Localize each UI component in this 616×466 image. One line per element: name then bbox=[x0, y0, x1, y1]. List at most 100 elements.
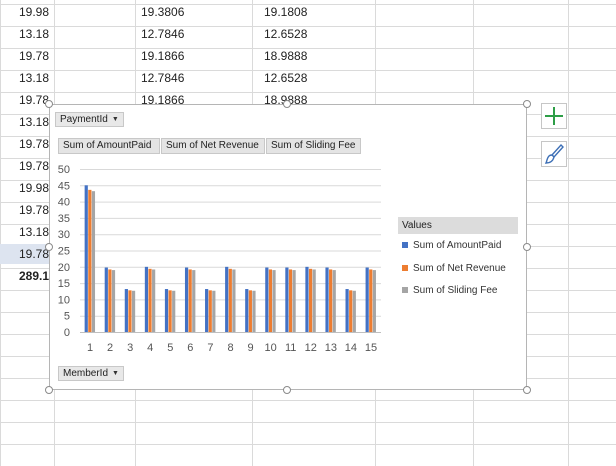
cell-value[interactable]: 12.6528 bbox=[264, 24, 307, 44]
y-tick-label: 35 bbox=[58, 213, 70, 225]
bar-series-3-cat-6 bbox=[192, 270, 196, 332]
x-tick-label: 1 bbox=[87, 342, 93, 354]
bar-series-1-cat-12 bbox=[305, 266, 309, 332]
bar-series-3-cat-8 bbox=[232, 269, 236, 332]
resize-handle-right[interactable] bbox=[523, 243, 531, 251]
resize-handle-bottom[interactable] bbox=[283, 386, 291, 394]
legend-title: Values bbox=[398, 217, 518, 234]
bar-series-1-cat-7 bbox=[205, 289, 209, 332]
resize-handle-left[interactable] bbox=[45, 243, 53, 251]
cell-value[interactable]: 13.18 bbox=[19, 68, 49, 88]
resize-handle-bottom-right[interactable] bbox=[523, 386, 531, 394]
dropdown-arrow-icon: ▼ bbox=[112, 370, 119, 377]
bar-series-1-cat-6 bbox=[184, 267, 189, 332]
chart-elements-button[interactable] bbox=[541, 103, 567, 129]
member-id-label: MemberId bbox=[63, 368, 109, 379]
bar-series-2-cat-14 bbox=[349, 290, 353, 332]
cell-value[interactable]: 19.1866 bbox=[141, 46, 184, 66]
bar-series-3-cat-9 bbox=[252, 290, 256, 332]
cell-value[interactable]: 12.7846 bbox=[141, 68, 184, 88]
legend-swatch bbox=[402, 242, 408, 248]
bar-series-2-cat-11 bbox=[288, 269, 293, 332]
bar-series-3-cat-10 bbox=[272, 270, 276, 332]
bar-series-2-cat-2 bbox=[108, 269, 112, 332]
x-tick-label: 13 bbox=[325, 342, 337, 354]
y-tick-label: 20 bbox=[58, 262, 70, 274]
bar-series-1-cat-8 bbox=[225, 266, 229, 332]
cell-value[interactable]: 13.18 bbox=[19, 112, 49, 132]
x-tick-label: 15 bbox=[365, 342, 377, 354]
y-tick-label: 10 bbox=[58, 294, 70, 306]
cell-value[interactable]: 12.6528 bbox=[264, 68, 307, 88]
x-tick-label: 9 bbox=[248, 342, 254, 354]
cell-value[interactable]: 19.78 bbox=[19, 90, 49, 110]
legend-item-sliding-fee: Sum of Sliding Fee bbox=[402, 285, 498, 296]
payment-id-filter-button[interactable]: PaymentId ▼ bbox=[55, 112, 124, 127]
x-tick-label: 6 bbox=[187, 342, 193, 354]
bar-series-2-cat-8 bbox=[228, 268, 232, 332]
bar-series-1-cat-10 bbox=[265, 267, 269, 332]
cell-value[interactable]: 12.7846 bbox=[141, 24, 184, 44]
grand-total-cell[interactable]: 289.1 bbox=[19, 266, 49, 286]
legend-label: Sum of Net Revenue bbox=[413, 263, 506, 274]
cell-value[interactable]: 19.3806 bbox=[141, 2, 184, 22]
y-tick-label: 40 bbox=[58, 197, 70, 209]
bar-series-2-cat-6 bbox=[188, 269, 192, 332]
bar-series-1-cat-3 bbox=[124, 289, 128, 332]
resize-handle-top-right[interactable] bbox=[523, 100, 531, 108]
cell-value[interactable]: 18.9888 bbox=[264, 46, 307, 66]
pivot-chart[interactable]: PaymentId ▼ Sum of AmountPaid Sum of Net … bbox=[49, 104, 527, 390]
bar-chart-plot: 051015202530354045501 2 3 4 5 6 7 8 9 10 11 12 13 14 1… bbox=[58, 164, 381, 354]
cell-value[interactable]: 19.98 bbox=[19, 178, 49, 198]
cell-value[interactable]: 19.78 bbox=[19, 156, 49, 176]
x-tick-label: 3 bbox=[127, 342, 133, 354]
value-button-sliding-fee[interactable]: Sum of Sliding Fee bbox=[266, 138, 361, 154]
legend-item-amountpaid: Sum of AmountPaid bbox=[402, 240, 501, 251]
y-tick-label: 0 bbox=[64, 327, 70, 339]
bar-series-1-cat-11 bbox=[285, 267, 289, 332]
bar-series-3-cat-14 bbox=[352, 290, 356, 332]
bar-series-3-cat-5 bbox=[172, 290, 176, 332]
bar-series-2-cat-9 bbox=[248, 290, 252, 332]
y-tick-label: 25 bbox=[58, 246, 70, 258]
bar-series-2-cat-13 bbox=[329, 269, 333, 332]
x-tick-label: 12 bbox=[305, 342, 317, 354]
cell-value[interactable]: 19.78 bbox=[19, 46, 49, 66]
x-tick-label: 8 bbox=[227, 342, 233, 354]
value-button-net-revenue[interactable]: Sum of Net Revenue bbox=[161, 138, 265, 154]
cell-value[interactable]: 19.98 bbox=[19, 2, 49, 22]
resize-handle-top[interactable] bbox=[283, 100, 291, 108]
x-tick-label: 14 bbox=[345, 342, 357, 354]
resize-handle-bottom-left[interactable] bbox=[45, 386, 53, 394]
bar-series-2-cat-1 bbox=[88, 189, 92, 332]
bar-series-2-cat-12 bbox=[308, 268, 313, 332]
dropdown-arrow-icon: ▼ bbox=[111, 116, 119, 123]
bar-series-3-cat-7 bbox=[212, 290, 216, 332]
bar-series-1-cat-5 bbox=[164, 289, 169, 332]
cell-value[interactable]: 19.78 bbox=[19, 134, 49, 154]
cell-value[interactable]: 19.78 bbox=[19, 200, 49, 220]
y-tick-label: 15 bbox=[58, 278, 70, 290]
x-tick-label: 4 bbox=[147, 342, 153, 354]
bar-series-3-cat-13 bbox=[332, 270, 336, 332]
legend-swatch bbox=[402, 287, 408, 293]
paintbrush-icon bbox=[544, 143, 564, 164]
cell-value[interactable]: 13.18 bbox=[19, 222, 49, 242]
cell-value[interactable]: 19.1808 bbox=[264, 2, 307, 22]
bar-series-1-cat-13 bbox=[325, 267, 329, 332]
resize-handle-top-left[interactable] bbox=[45, 100, 53, 108]
member-id-axis-button[interactable]: MemberId ▼ bbox=[58, 366, 124, 381]
chart-styles-button[interactable] bbox=[541, 141, 567, 167]
bar-series-1-cat-4 bbox=[144, 266, 149, 332]
value-button-amountpaid[interactable]: Sum of AmountPaid bbox=[58, 138, 160, 154]
x-tick-label: 10 bbox=[265, 342, 277, 354]
bar-series-3-cat-12 bbox=[312, 269, 316, 332]
value-button-label: Sum of Net Revenue bbox=[166, 140, 259, 151]
legend-swatch bbox=[402, 265, 408, 271]
cell-value[interactable]: 13.18 bbox=[19, 24, 49, 44]
x-tick-label: 11 bbox=[285, 342, 296, 354]
payment-id-label: PaymentId bbox=[60, 114, 108, 125]
bar-series-3-cat-4 bbox=[152, 269, 156, 332]
y-tick-label: 50 bbox=[58, 164, 70, 176]
bar-series-2-cat-7 bbox=[208, 290, 212, 332]
